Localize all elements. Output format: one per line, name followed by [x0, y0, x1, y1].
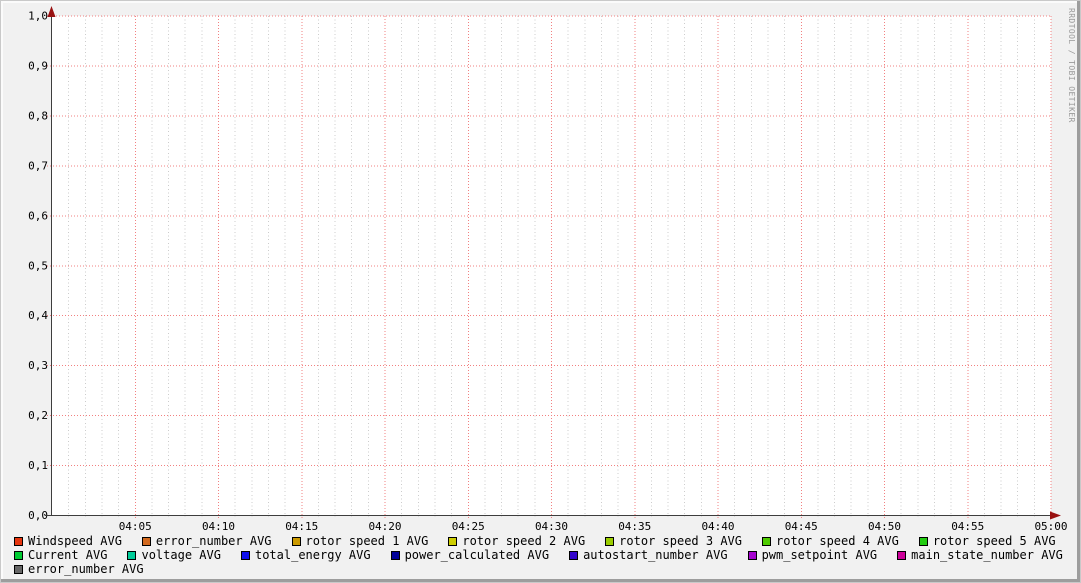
legend-item: rotor speed 4 AVG	[762, 534, 899, 548]
legend-label: voltage AVG	[141, 548, 221, 562]
x-tick-label: 04:30	[535, 520, 568, 532]
legend-label: rotor speed 1 AVG	[305, 534, 429, 548]
x-tick-label: 04:25	[452, 520, 485, 532]
y-tick-label: 0,1	[28, 459, 48, 472]
legend-label: power_calculated AVG	[404, 548, 550, 562]
legend-row: Windspeed AVG error_number AVG rotor speed…	[14, 534, 1078, 548]
legend-label: error_number AVG	[155, 534, 272, 548]
watermark: RRDTOOL / TOBI OETIKER	[1067, 8, 1076, 123]
legend-item: rotor speed 5 AVG	[918, 534, 1056, 548]
legend-label: autostart_number AVG	[583, 548, 728, 562]
legend-item: error_number AVG	[141, 534, 272, 548]
y-tick-label: 0,6	[28, 209, 48, 222]
legend-label: rotor speed 3 AVG	[619, 534, 742, 548]
legend-item: voltage AVG	[127, 548, 221, 562]
bevel-bottom	[1, 579, 1080, 582]
legend-color-swatch-icon	[605, 536, 615, 546]
legend-item: Windspeed AVG	[14, 534, 122, 548]
legend-color-swatch-icon	[14, 536, 23, 546]
y-tick-label: 0,2	[28, 409, 48, 422]
legend-item: power_calculated AVG	[390, 548, 550, 562]
legend-label: Current AVG	[28, 548, 108, 562]
legend-color-swatch-icon	[569, 550, 579, 560]
legend-color-swatch-icon	[141, 536, 151, 546]
x-tick-label: 04:10	[202, 520, 235, 532]
rrdtool-graph: 04:05 04:10 04:15 04:20 04:25 04:30 04:35 04:40…	[0, 0, 1081, 583]
legend-item: main_state_number AVG	[897, 548, 1063, 562]
y-tick-labels: 1,00,90,80,70,60,50,40,30,20,10,0	[28, 10, 48, 523]
legend-label: rotor speed 4 AVG	[776, 534, 899, 548]
legend-color-swatch-icon	[448, 536, 458, 546]
y-axis-arrow-icon	[47, 6, 56, 17]
legend-color-swatch-icon	[127, 550, 137, 560]
legend-color-swatch-icon	[240, 550, 250, 560]
legend-row: Current AVG voltage AVG total_energy AVG po…	[14, 548, 1078, 562]
x-tick-labels: 04:05 04:10 04:15 04:20 04:25 04:30 04:35 04:40…	[119, 520, 1068, 532]
legend-color-swatch-icon	[918, 536, 928, 546]
y-tick-label: 0,4	[28, 309, 48, 322]
legend-label: rotor speed 5 AVG	[932, 534, 1056, 548]
legend-item: pwm_setpoint AVG	[747, 548, 878, 562]
legend-item: total_energy AVG	[240, 548, 371, 562]
legend-color-swatch-icon	[14, 550, 23, 560]
y-tick-label: 0,5	[28, 259, 48, 272]
legend-color-swatch-icon	[14, 564, 23, 574]
y-tick-label: 0,9	[28, 60, 48, 73]
y-tick-label: 0,3	[28, 359, 48, 372]
legend-label: main_state_number AVG	[911, 548, 1063, 562]
legend-color-swatch-icon	[897, 550, 907, 560]
legend-label: pwm_setpoint AVG	[761, 548, 878, 562]
x-tick-label: 04:50	[868, 520, 901, 532]
x-tick-label: 04:40	[701, 520, 734, 532]
legend-label: error_number AVG	[28, 562, 144, 576]
legend-color-swatch-icon	[762, 536, 771, 546]
legend-label: Windspeed AVG	[28, 534, 122, 548]
legend-item: Current AVG	[14, 548, 108, 562]
legend-color-swatch-icon	[747, 550, 757, 560]
x-tick-label: 04:35	[618, 520, 651, 532]
x-tick-label: 04:20	[368, 520, 401, 532]
x-tick-label: 05:00	[1034, 520, 1067, 532]
legend-item: rotor speed 1 AVG	[291, 534, 429, 548]
legend-item: error_number AVG	[14, 562, 144, 576]
x-tick-label: 04:05	[119, 520, 152, 532]
x-tick-label: 04:45	[785, 520, 818, 532]
legend-label: rotor speed 2 AVG	[462, 534, 586, 548]
legend-color-swatch-icon	[390, 550, 400, 560]
y-tick-label: 0,8	[28, 109, 48, 122]
plot-svg: 04:05 04:10 04:15 04:20 04:25 04:30 04:35 04:40…	[28, 6, 1068, 532]
legend-row: error_number AVG	[14, 562, 1078, 576]
x-tick-label: 04:55	[951, 520, 984, 532]
legend-item: rotor speed 2 AVG	[448, 534, 586, 548]
x-axis-arrow-icon	[1050, 511, 1061, 520]
legend-item: autostart_number AVG	[569, 548, 728, 562]
legend-item: rotor speed 3 AVG	[605, 534, 742, 548]
y-tick-label: 1,0	[28, 10, 48, 23]
x-tick-label: 04:15	[285, 520, 318, 532]
legend-color-swatch-icon	[291, 536, 301, 546]
legend-label: total_energy AVG	[254, 548, 371, 562]
y-tick-label: 0,7	[28, 159, 48, 172]
